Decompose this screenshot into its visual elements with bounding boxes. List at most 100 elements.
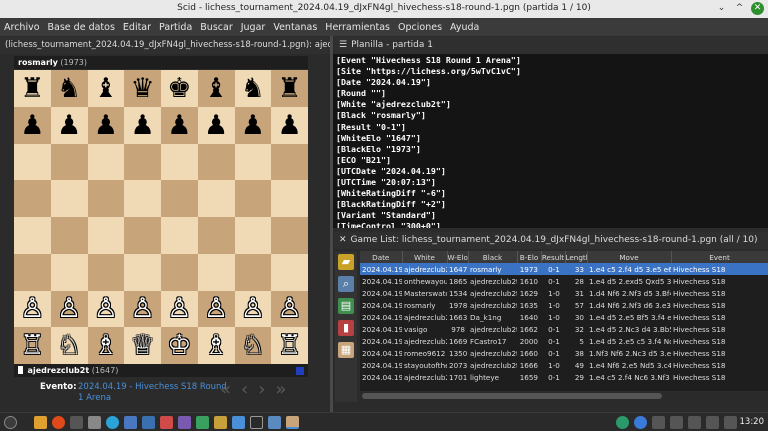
scid-icon[interactable] [286, 416, 299, 429]
white-piece[interactable]: ♙ [94, 295, 118, 322]
board-square[interactable] [87, 143, 125, 181]
white-piece[interactable]: ♙ [131, 295, 155, 322]
filter-icon[interactable]: ▰ [338, 254, 354, 270]
app-icon[interactable] [124, 416, 137, 429]
table-row[interactable]: 2024.04.19ajedrezclub2t1669FCastro17 2000… [360, 335, 768, 347]
board-square[interactable]: ♖ [271, 327, 308, 364]
minimize-button[interactable]: ⌄ [715, 2, 728, 15]
white-piece[interactable]: ♙ [57, 295, 81, 322]
board-square[interactable]: ♟ [161, 106, 198, 144]
board-square[interactable]: ♛ [124, 70, 161, 107]
board-square[interactable]: ♟ [14, 106, 51, 144]
board-square[interactable]: ♝ [197, 70, 235, 107]
board-square[interactable] [197, 180, 235, 217]
board-square[interactable] [161, 143, 198, 181]
board-square[interactable]: ♙ [124, 290, 161, 328]
board-square[interactable] [14, 253, 51, 291]
board-square[interactable]: ♘ [50, 327, 88, 364]
white-piece[interactable]: ♖ [278, 332, 302, 359]
board-square[interactable] [14, 180, 51, 217]
event-value-link[interactable]: 2024.04.19 - Hivechess S18 Round 1 Arena [78, 382, 228, 404]
menu-buscar[interactable]: Buscar [200, 22, 232, 33]
board-square[interactable]: ♟ [87, 106, 125, 144]
nav-back-button[interactable]: ‹ [241, 380, 248, 400]
board-square[interactable] [14, 217, 51, 254]
board-square[interactable]: ♙ [271, 290, 308, 328]
board-square[interactable] [161, 217, 198, 254]
black-piece[interactable]: ♛ [131, 75, 155, 102]
board-square[interactable]: ♙ [161, 290, 198, 328]
col-result[interactable]: Result [541, 251, 566, 263]
board-square[interactable] [50, 143, 88, 181]
tray-icon[interactable] [670, 416, 683, 429]
board-square[interactable] [124, 253, 161, 291]
white-piece[interactable]: ♙ [20, 295, 44, 322]
board-square[interactable]: ♙ [87, 290, 125, 328]
board-square[interactable] [197, 253, 235, 291]
settings-icon[interactable] [88, 416, 101, 429]
black-piece[interactable]: ♟ [131, 112, 155, 139]
board-square[interactable]: ♜ [14, 70, 51, 107]
board-square[interactable] [197, 217, 235, 254]
white-piece[interactable]: ♔ [167, 332, 191, 359]
board-square[interactable]: ♝ [87, 70, 125, 107]
app-icon[interactable] [268, 416, 281, 429]
tray-icon[interactable] [688, 416, 701, 429]
board-square[interactable]: ♙ [50, 290, 88, 328]
board-square[interactable] [271, 217, 308, 254]
board-square[interactable] [87, 180, 125, 217]
menu-partida[interactable]: Partida [159, 22, 192, 33]
app-icon[interactable] [250, 416, 263, 429]
white-piece[interactable]: ♙ [204, 295, 228, 322]
app-icon[interactable] [178, 416, 191, 429]
col-black[interactable]: Black [468, 251, 518, 263]
board-square[interactable]: ♟ [124, 106, 161, 144]
board-square[interactable]: ♗ [197, 327, 235, 364]
board-square[interactable] [161, 180, 198, 217]
black-piece[interactable]: ♟ [94, 112, 118, 139]
menu-jugar[interactable]: Jugar [241, 22, 266, 33]
black-piece[interactable]: ♟ [278, 112, 302, 139]
start-menu-icon[interactable] [4, 416, 17, 429]
black-piece[interactable]: ♟ [204, 112, 228, 139]
table-row[interactable]: 2024.04.19stayoutoftherz2073ajedrezclub2… [360, 359, 768, 371]
black-piece[interactable]: ♞ [57, 75, 81, 102]
app-icon[interactable] [142, 416, 155, 429]
black-piece[interactable]: ♟ [57, 112, 81, 139]
terminal-icon[interactable] [70, 416, 83, 429]
board-square[interactable]: ♟ [271, 106, 308, 144]
table-row[interactable]: 2024.04.19Masterswatch1534ajedrezclub2t1… [360, 287, 768, 299]
board-square[interactable]: ♘ [234, 327, 272, 364]
files-icon[interactable] [34, 416, 47, 429]
black-piece[interactable]: ♟ [241, 112, 265, 139]
maximize-button[interactable]: ^ [733, 2, 746, 15]
white-piece[interactable]: ♗ [94, 332, 118, 359]
board-square[interactable] [87, 253, 125, 291]
board-square[interactable] [14, 143, 51, 181]
board-square[interactable] [197, 143, 235, 181]
table-row[interactable]: 2024.04.19ajedrezclub2t1663Da_k1ng 1640 1-… [360, 311, 768, 323]
black-piece[interactable]: ♚ [167, 75, 191, 102]
board-icon[interactable]: ▦ [338, 342, 354, 358]
board-square[interactable] [271, 180, 308, 217]
board-square[interactable]: ♙ [197, 290, 235, 328]
clock[interactable]: 13:20 [740, 417, 765, 427]
menu-herramientas[interactable]: Herramientas [325, 22, 390, 33]
board-square[interactable]: ♕ [124, 327, 161, 364]
black-piece[interactable]: ♟ [20, 112, 44, 139]
black-piece[interactable]: ♜ [278, 75, 302, 102]
board-square[interactable] [271, 253, 308, 291]
chess-board[interactable]: ♜ ♞ ♝ ♛ ♚ ♝ ♞ ♜ ♟ ♟ ♟ ♟ ♟ ♟ ♟ ♟ ♙ ♙ ♙ ♙ ♙ ♙ ♙ ♙ ♖ ♘ ♗ ♕ ♔ ♗ ♘ ♖ [14, 70, 308, 364]
board-square[interactable] [124, 180, 161, 217]
table-row[interactable]: 2024.04.19ajedrezclub2t1701lighteye 1659 0… [360, 371, 768, 383]
board-square[interactable] [50, 180, 88, 217]
nav-end-button[interactable]: » [275, 380, 286, 400]
board-square[interactable] [271, 143, 308, 181]
col-date[interactable]: Date [360, 251, 403, 263]
col-white-elo[interactable]: W-Elo [447, 251, 469, 263]
board-square[interactable] [124, 217, 161, 254]
menu-ayuda[interactable]: Ayuda [450, 22, 479, 33]
board-square[interactable]: ♔ [161, 327, 198, 364]
menu-opciones[interactable]: Opciones [398, 22, 442, 33]
board-square[interactable] [161, 253, 198, 291]
